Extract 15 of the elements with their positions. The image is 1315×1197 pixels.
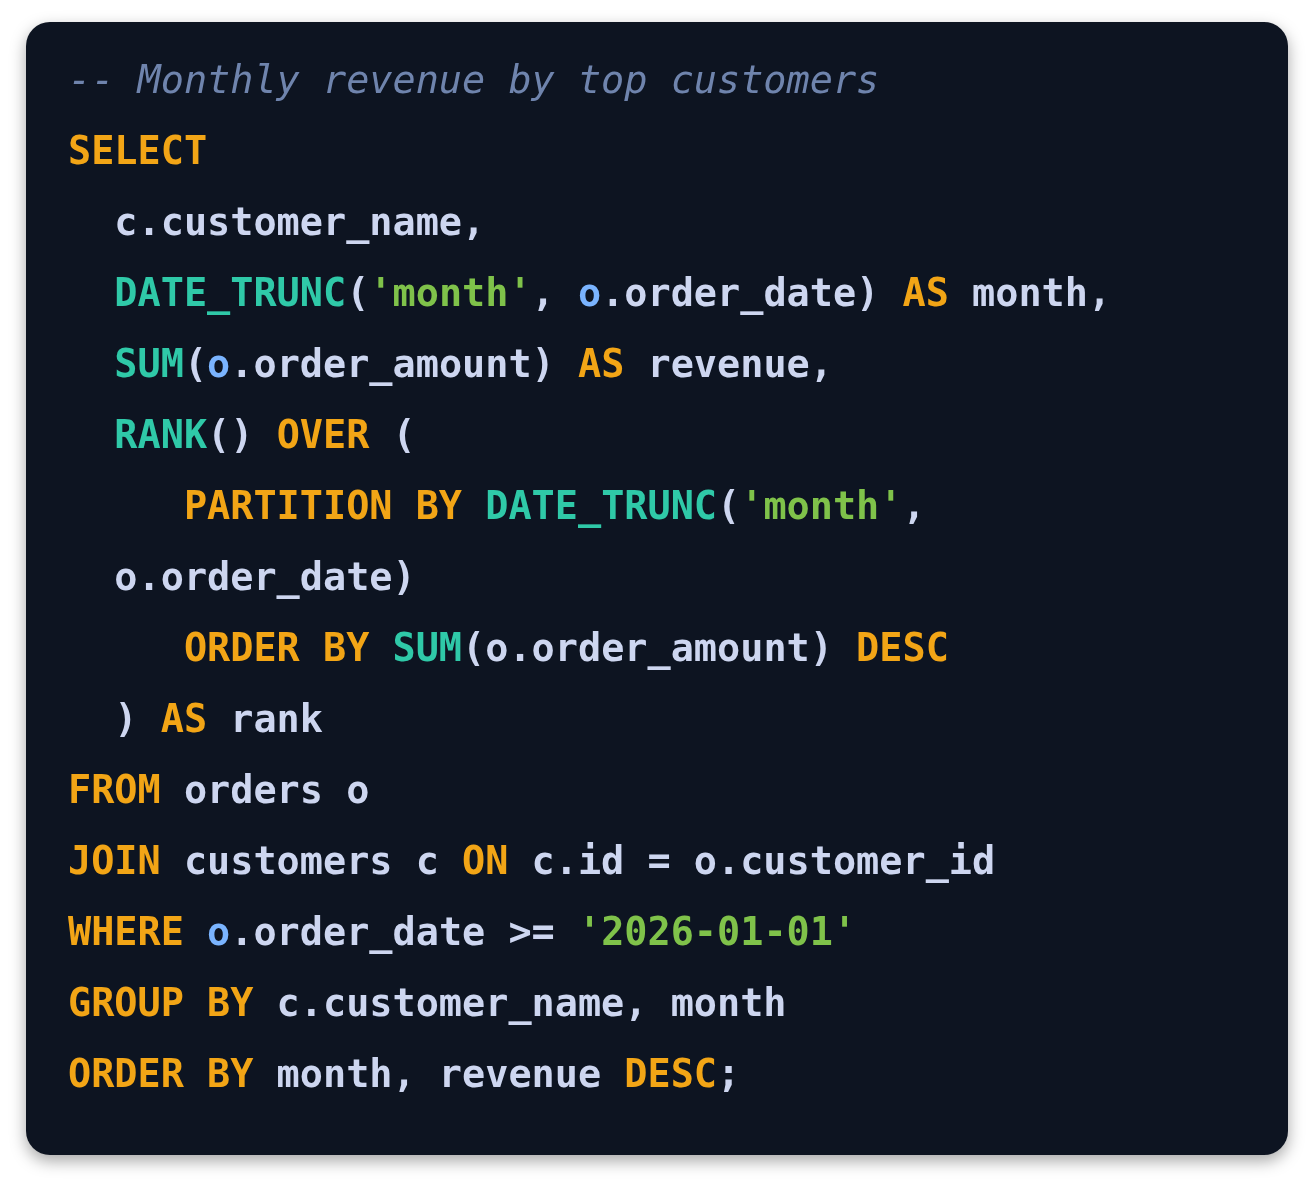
- code-line: GROUP BY c.customer_name, month: [68, 979, 787, 1027]
- code-line: ORDER BY SUM(o.order_amount) DESC: [182, 624, 949, 672]
- code-line: DATE_TRUNC('month', o.order_date) AS month,: [113, 269, 1112, 317]
- code-line: ORDER BY month, revenue DESC;: [68, 1050, 741, 1098]
- code-line: SELECT: [68, 127, 208, 175]
- code-line: FROM orders o: [68, 766, 370, 814]
- code-line: WHERE o.order_date >= '2026-01-01': [68, 908, 857, 956]
- code-line: JOIN customers c ON c.id = o.customer_id: [68, 837, 996, 885]
- code-line: RANK() OVER (: [113, 411, 416, 459]
- code-line: ) AS rank: [113, 695, 323, 743]
- code-line: PARTITION BY DATE_TRUNC('month',: [182, 482, 926, 530]
- code-line: SUM(o.order_amount) AS revenue,: [113, 340, 833, 388]
- code-line: c.customer_name,: [113, 198, 486, 246]
- code-line: o.order_date): [113, 553, 416, 601]
- code-comment: -- Monthly revenue by top customers: [68, 56, 880, 104]
